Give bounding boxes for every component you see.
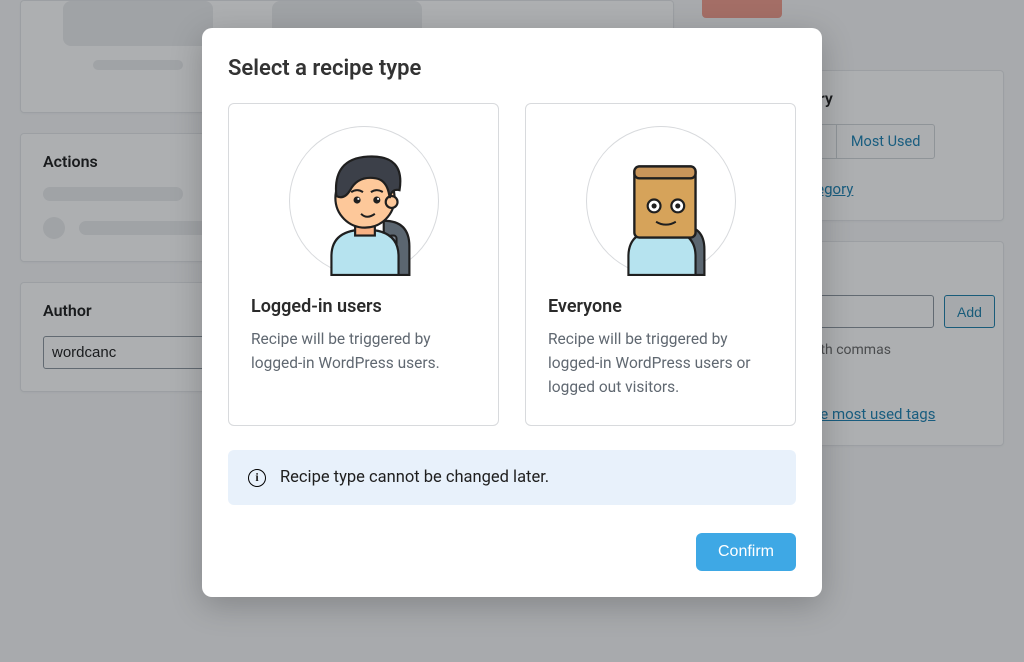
option-title: Everyone: [548, 296, 773, 317]
option-logged-in-users[interactable]: Logged-in users Recipe will be triggered…: [228, 103, 499, 426]
option-everyone[interactable]: Everyone Recipe will be triggered by log…: [525, 103, 796, 426]
modal-note-text: Recipe type cannot be changed later.: [280, 468, 549, 487]
option-desc: Recipe will be triggered by logged-in Wo…: [548, 327, 773, 399]
info-icon: i: [248, 469, 266, 487]
option-desc: Recipe will be triggered by logged-in Wo…: [251, 327, 476, 375]
everyone-illustration: [586, 126, 736, 276]
confirm-button[interactable]: Confirm: [696, 533, 796, 571]
modal-overlay: Select a recipe type: [0, 0, 1024, 662]
logged-in-user-illustration: [289, 126, 439, 276]
recipe-type-modal: Select a recipe type: [202, 28, 822, 597]
modal-note: i Recipe type cannot be changed later.: [228, 450, 796, 505]
option-title: Logged-in users: [251, 296, 476, 317]
modal-title: Select a recipe type: [228, 56, 796, 81]
